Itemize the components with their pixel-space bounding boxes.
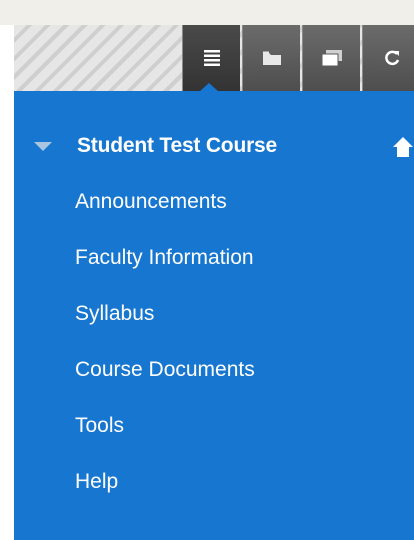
menu-list-icon	[203, 50, 220, 66]
menu-item-faculty-information[interactable]: Faculty Information	[14, 237, 414, 293]
collapse-triangle-icon[interactable]	[34, 142, 52, 151]
course-menu: Student Test Course Announcements Facult…	[14, 91, 414, 540]
active-menu-caret	[199, 83, 219, 92]
course-menu-list: Announcements Faculty Information Syllab…	[14, 181, 414, 517]
menu-item-announcements[interactable]: Announcements	[14, 181, 414, 237]
menu-item-course-documents[interactable]: Course Documents	[14, 349, 414, 405]
home-icon[interactable]	[392, 135, 414, 159]
menu-item-help[interactable]: Help	[14, 461, 414, 517]
top-strip	[0, 0, 414, 25]
window-icon	[321, 50, 342, 67]
refresh-button[interactable]	[362, 25, 414, 91]
refresh-icon	[384, 50, 399, 66]
menu-item-tools[interactable]: Tools	[14, 405, 414, 461]
course-menu-header: Student Test Course	[14, 129, 414, 165]
folder-icon	[262, 51, 281, 65]
course-toolbar	[14, 25, 414, 91]
folder-button[interactable]	[242, 25, 300, 91]
course-title[interactable]: Student Test Course	[77, 134, 277, 158]
menu-item-syllabus[interactable]: Syllabus	[14, 293, 414, 349]
window-button[interactable]	[302, 25, 360, 91]
menu-toggle-button[interactable]	[182, 25, 240, 91]
